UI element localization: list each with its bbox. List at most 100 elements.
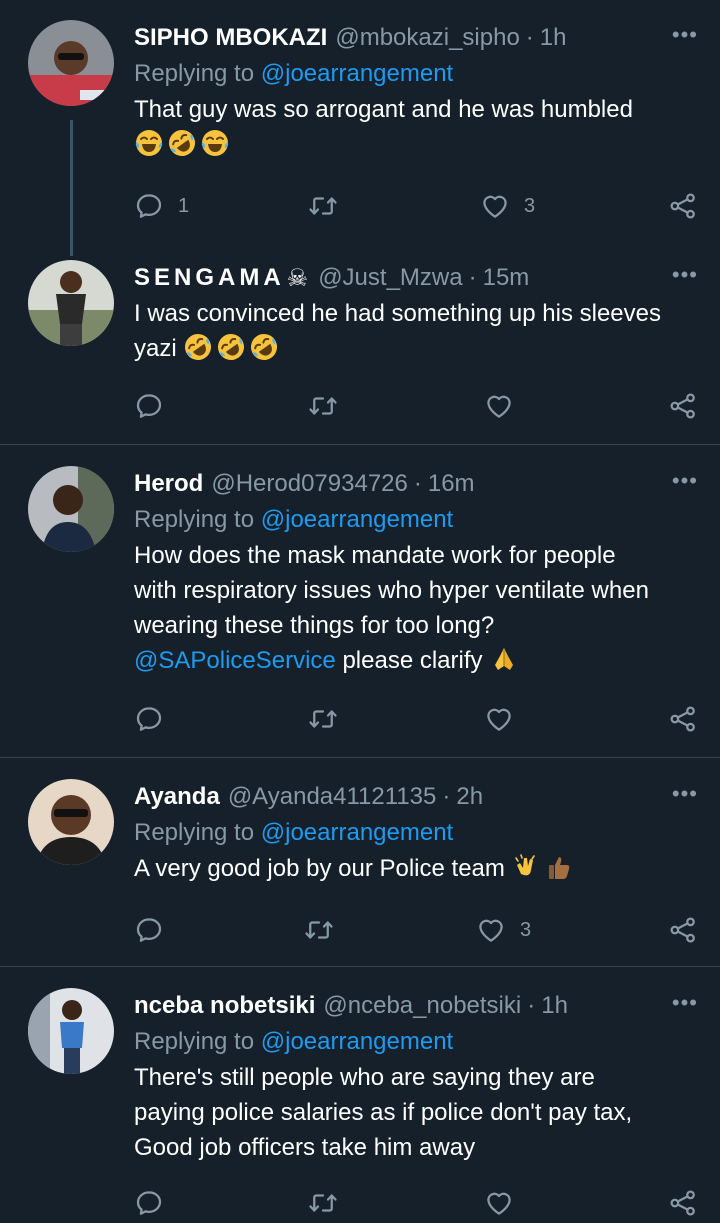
display-name[interactable]: nceba nobetsiki bbox=[134, 992, 315, 1020]
heart-icon bbox=[476, 915, 506, 945]
timestamp[interactable]: 1h bbox=[540, 24, 567, 52]
tweet-header: nceba nobetsiki @nceba_nobetsiki · 1h ••… bbox=[134, 988, 698, 1024]
rolling-on-floor-laughing-icon bbox=[216, 332, 246, 362]
replying-mention[interactable]: @joearrangement bbox=[261, 506, 453, 533]
tweet-text-line: paying police salaries as if police don'… bbox=[134, 1099, 633, 1126]
action-bar bbox=[134, 1183, 698, 1223]
retweet-button[interactable] bbox=[308, 386, 338, 426]
avatar[interactable] bbox=[28, 988, 114, 1074]
more-options-icon[interactable]: ••• bbox=[672, 468, 698, 494]
avatar[interactable] bbox=[28, 466, 114, 552]
display-name[interactable]: Ayanda bbox=[134, 783, 220, 811]
folded-hands-icon bbox=[489, 644, 519, 674]
share-button[interactable] bbox=[668, 699, 698, 739]
reply-button[interactable] bbox=[134, 910, 164, 950]
avatar[interactable] bbox=[28, 20, 114, 106]
like-button[interactable] bbox=[484, 1183, 514, 1223]
avatar[interactable] bbox=[28, 260, 114, 346]
action-bar: 1 3 bbox=[134, 186, 698, 226]
tweet-text: How does the mask mandate work for peopl… bbox=[134, 538, 698, 678]
tweet-text-line: yazi bbox=[134, 331, 698, 366]
action-bar: 3 bbox=[134, 910, 698, 950]
retweet-button[interactable] bbox=[308, 186, 338, 226]
share-button[interactable] bbox=[668, 910, 698, 950]
replying-to: Replying to @joearrangement bbox=[134, 815, 698, 851]
retweet-button[interactable] bbox=[308, 699, 338, 739]
like-button[interactable]: 3 bbox=[480, 186, 535, 226]
avatar[interactable] bbox=[28, 779, 114, 865]
rolling-on-floor-laughing-icon bbox=[167, 128, 197, 158]
display-name[interactable]: SENGAMA bbox=[134, 264, 285, 292]
separator: · bbox=[413, 470, 422, 497]
replying-mention[interactable]: @joearrangement bbox=[261, 819, 453, 846]
share-button[interactable] bbox=[668, 1183, 698, 1223]
share-button[interactable] bbox=[668, 386, 698, 426]
tweet-ayanda[interactable]: Ayanda @Ayanda41121135 · 2h ••• Replying… bbox=[0, 758, 720, 966]
retweet-button[interactable] bbox=[304, 910, 334, 950]
tweet-text-line: Good job officers take him away bbox=[134, 1134, 476, 1161]
user-handle[interactable]: @Just_Mzwa bbox=[318, 264, 462, 292]
retweet-button[interactable] bbox=[308, 1183, 338, 1223]
user-handle[interactable]: @mbokazi_sipho bbox=[335, 24, 519, 52]
tweet-text-line: How does the mask mandate work for peopl… bbox=[134, 542, 616, 569]
emoji-row bbox=[134, 127, 698, 162]
tweet-text: I was convinced he had something up his … bbox=[134, 296, 698, 366]
tweet-sipho[interactable]: SIPHO MBOKAZI @mbokazi_sipho · 1h ••• Re… bbox=[0, 0, 720, 260]
replying-to: Replying to @joearrangement bbox=[134, 1024, 698, 1060]
replying-mention[interactable]: @joearrangement bbox=[261, 60, 453, 87]
more-options-icon[interactable]: ••• bbox=[672, 990, 698, 1016]
face-with-tears-of-joy-icon bbox=[200, 128, 230, 158]
tweet-nceba[interactable]: nceba nobetsiki @nceba_nobetsiki · 1h ••… bbox=[0, 967, 720, 1222]
more-options-icon[interactable]: ••• bbox=[672, 781, 698, 807]
timestamp[interactable]: 2h bbox=[456, 783, 483, 811]
tweet-text-line: There's still people who are saying they… bbox=[134, 1064, 595, 1091]
timestamp[interactable]: 15m bbox=[483, 264, 530, 292]
thumbs-up-icon bbox=[545, 852, 575, 882]
display-name[interactable]: Herod bbox=[134, 470, 203, 498]
reply-button[interactable] bbox=[134, 1183, 164, 1223]
like-button[interactable] bbox=[484, 386, 514, 426]
timestamp[interactable]: 1h bbox=[541, 992, 568, 1020]
display-name[interactable]: SIPHO MBOKAZI bbox=[134, 24, 327, 52]
retweet-icon bbox=[308, 391, 338, 421]
reply-button[interactable] bbox=[134, 699, 164, 739]
like-button[interactable]: 3 bbox=[476, 910, 531, 950]
separator: · bbox=[525, 24, 534, 51]
rolling-on-floor-laughing-icon bbox=[183, 332, 213, 362]
separator: · bbox=[527, 992, 536, 1019]
user-handle[interactable]: @Ayanda41121135 bbox=[228, 783, 437, 811]
more-options-icon[interactable]: ••• bbox=[672, 22, 698, 48]
user-handle[interactable]: @Herod07934726 bbox=[211, 470, 408, 498]
reply-button[interactable]: 1 bbox=[134, 186, 189, 226]
tweet-sengama[interactable]: SENGAMA ☠ @Just_Mzwa · 15m ••• I was con… bbox=[0, 260, 720, 444]
tweet-text-fragment: yazi bbox=[134, 335, 177, 362]
replying-mention[interactable]: @joearrangement bbox=[261, 1028, 453, 1055]
more-options-icon[interactable]: ••• bbox=[672, 262, 698, 288]
skull-crossbones-icon: ☠ bbox=[286, 264, 309, 292]
tweet-text: A very good job by our Police team bbox=[134, 851, 698, 886]
share-icon bbox=[668, 1188, 698, 1218]
reply-button[interactable] bbox=[134, 386, 164, 426]
tweet-text-line: A very good job by our Police team bbox=[134, 851, 698, 886]
tweet-header: SIPHO MBOKAZI @mbokazi_sipho · 1h ••• bbox=[134, 20, 698, 56]
reply-icon bbox=[134, 1188, 164, 1218]
reply-count: 1 bbox=[178, 194, 190, 217]
like-button[interactable] bbox=[484, 699, 514, 739]
tweet-header: Ayanda @Ayanda41121135 · 2h ••• bbox=[134, 779, 698, 815]
rolling-on-floor-laughing-icon bbox=[249, 332, 279, 362]
tweet-herod[interactable]: Herod @Herod07934726 · 16m ••• Replying … bbox=[0, 445, 720, 757]
separator: · bbox=[442, 783, 451, 810]
replying-label: Replying to bbox=[134, 60, 255, 87]
retweet-icon bbox=[304, 915, 334, 945]
tweet-text-fragment: please clarify bbox=[335, 647, 483, 674]
share-icon bbox=[668, 391, 698, 421]
like-count: 3 bbox=[520, 918, 532, 941]
timestamp[interactable]: 16m bbox=[428, 470, 475, 498]
replying-to: Replying to @joearrangement bbox=[134, 502, 698, 538]
user-handle[interactable]: @nceba_nobetsiki bbox=[323, 992, 521, 1020]
tweet-text-line: I was convinced he had something up his … bbox=[134, 300, 661, 327]
text-mention[interactable]: @SAPoliceService bbox=[134, 647, 336, 674]
action-bar bbox=[134, 386, 698, 426]
heart-icon bbox=[484, 704, 514, 734]
share-button[interactable] bbox=[668, 186, 698, 226]
